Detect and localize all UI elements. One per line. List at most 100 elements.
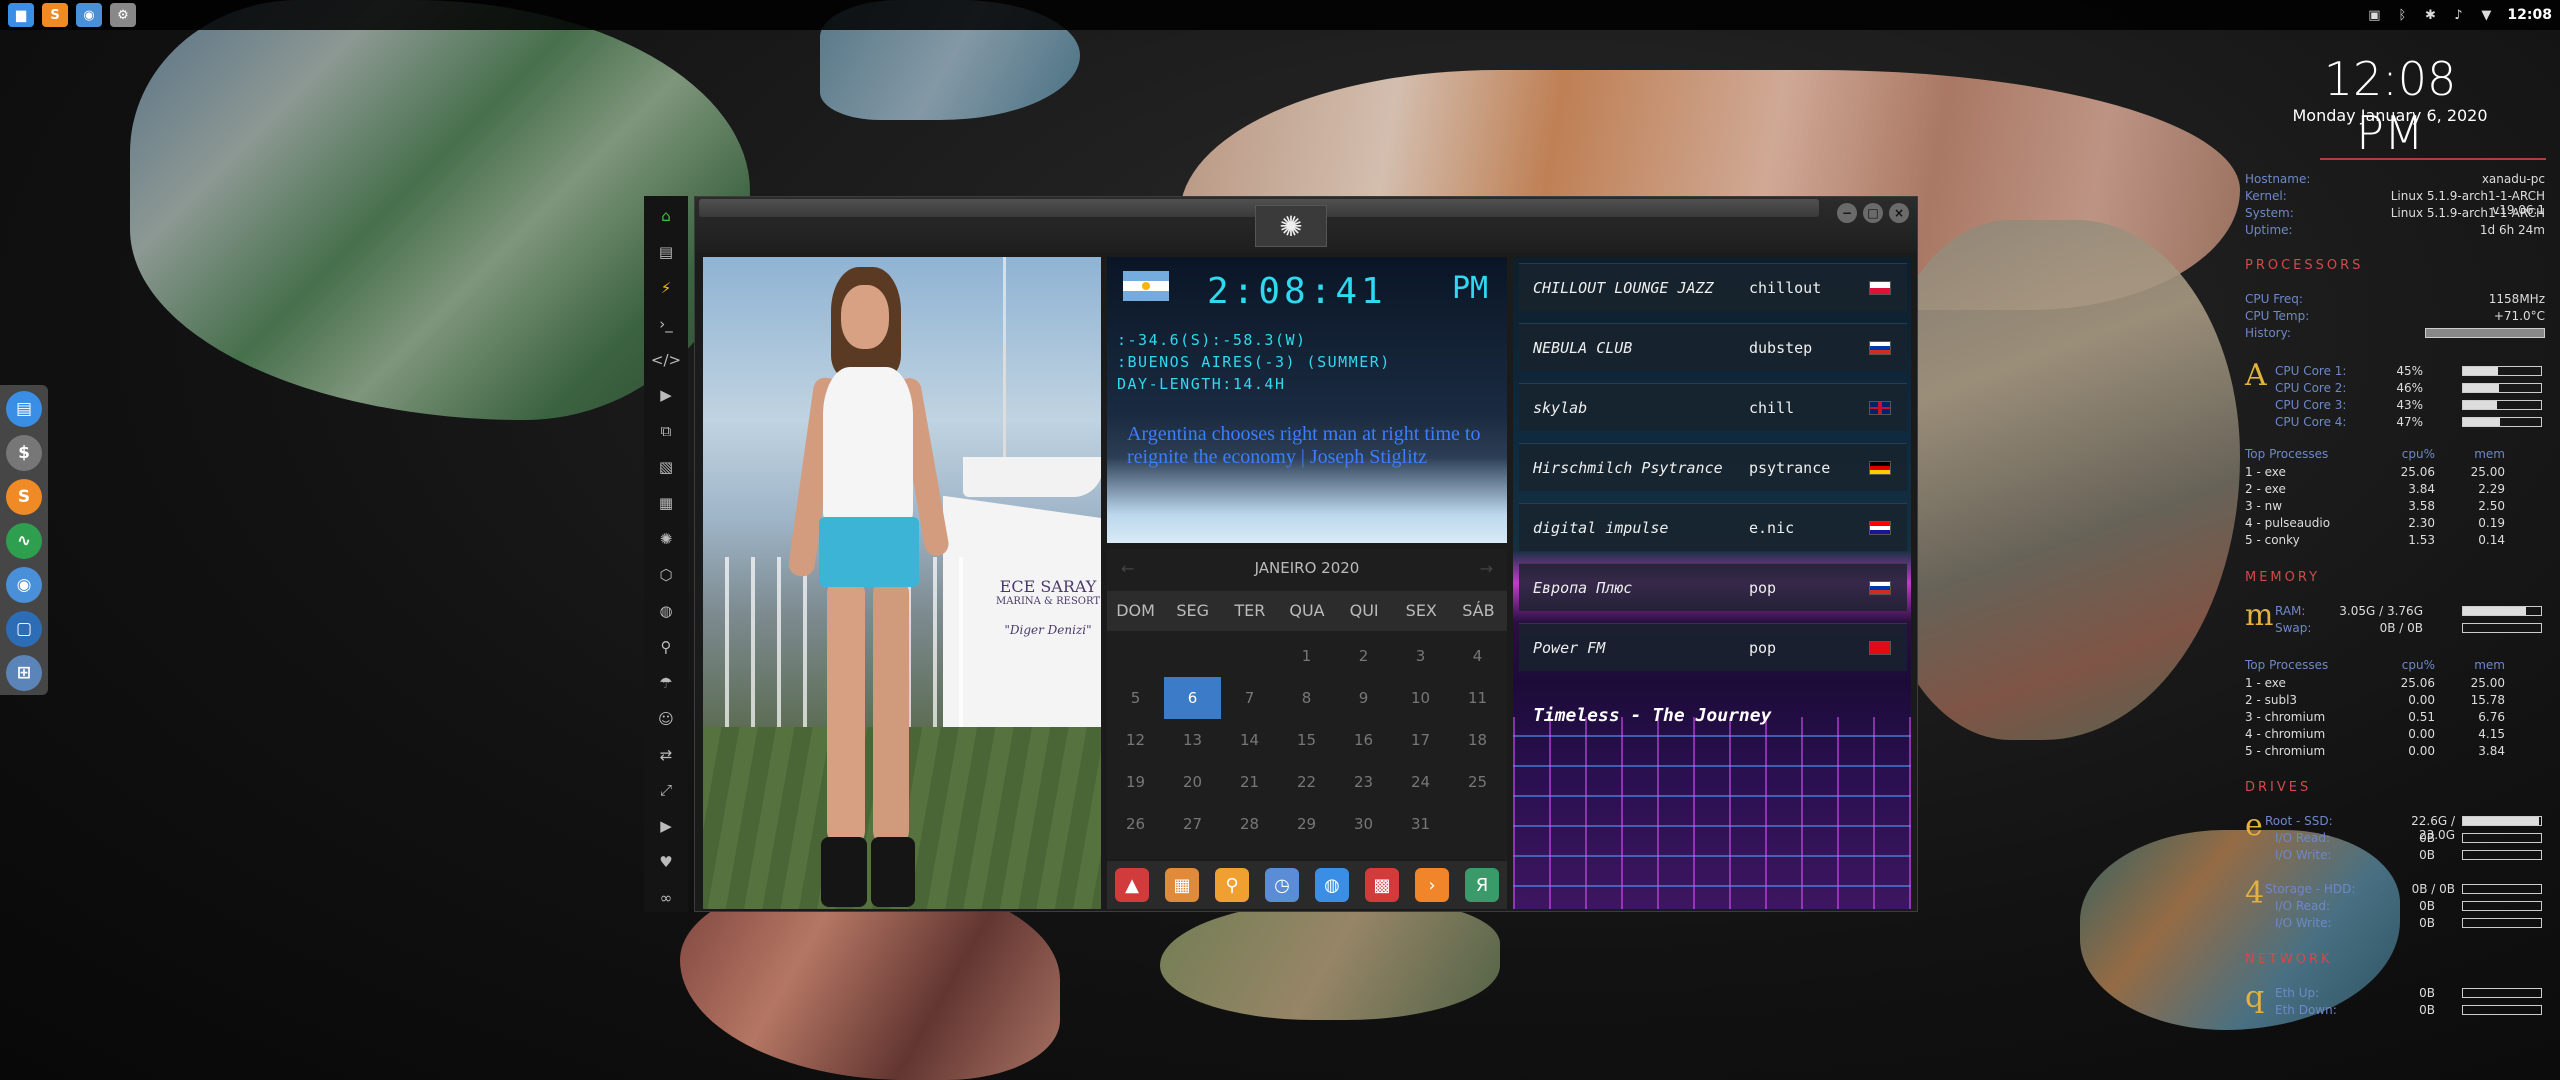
sublime-icon[interactable]: S (6, 479, 42, 515)
yandex-app-icon[interactable]: Я (1465, 868, 1499, 902)
security-alert-icon[interactable]: ✱ (2421, 7, 2439, 23)
calendar-day[interactable]: 10 (1392, 677, 1449, 719)
calendar-day[interactable]: 1 (1278, 635, 1335, 677)
calendar-day[interactable]: 7 (1221, 677, 1278, 719)
next-month-icon[interactable]: → (1480, 559, 1493, 578)
calendar-day[interactable]: 11 (1449, 677, 1506, 719)
calendar-day[interactable]: 15 (1278, 719, 1335, 761)
calendar-day[interactable]: 24 (1392, 761, 1449, 803)
calendar-day[interactable]: 17 (1392, 719, 1449, 761)
system-value: Linux 5.1.9-arch1-1-ARCH (2390, 206, 2545, 220)
card-icon[interactable]: ▦ (652, 489, 680, 517)
files-icon[interactable]: ▤ (6, 391, 42, 427)
youtube-icon[interactable]: ▶ (652, 812, 680, 840)
yacht-mast (1003, 257, 1006, 487)
web-app-icon[interactable]: ◍ (1315, 868, 1349, 902)
home-icon[interactable]: ⌂ (652, 202, 680, 230)
image-icon[interactable]: ▧ (652, 453, 680, 481)
settings-icon[interactable]: ⚙ (110, 3, 136, 27)
maximize-button[interactable]: □ (1863, 203, 1883, 223)
link-icon[interactable]: ∞ (652, 884, 680, 912)
sublime-icon[interactable]: S (42, 3, 68, 27)
cpu-core-bar-fill (2463, 401, 2497, 409)
calendar-day[interactable]: 22 (1278, 761, 1335, 803)
calendar-day[interactable]: 4 (1449, 635, 1506, 677)
calendar-day[interactable]: 20 (1164, 761, 1221, 803)
chrome-icon[interactable]: ◉ (6, 567, 42, 603)
transfer-icon[interactable]: ⇄ (652, 741, 680, 769)
calendar-day[interactable]: 2 (1335, 635, 1392, 677)
station-row[interactable]: Power FM pop (1519, 623, 1907, 671)
calendar-small-icon[interactable]: ▦ (1165, 868, 1199, 902)
document-icon[interactable]: ▤ (652, 238, 680, 266)
calendar-day[interactable]: 19 (1107, 761, 1164, 803)
calendar-day[interactable]: 27 (1164, 803, 1221, 845)
calendar-day[interactable]: 12 (1107, 719, 1164, 761)
hexagon-icon[interactable]: ⬡ (652, 561, 680, 589)
copy-icon[interactable]: ⧉ (652, 417, 680, 445)
volume-icon[interactable]: ♪ (2449, 7, 2467, 23)
close-button[interactable]: × (1889, 203, 1909, 223)
screen-icon[interactable]: ▢ (6, 611, 42, 647)
calendar-app-icon[interactable]: ▩ (1365, 868, 1399, 902)
activity-icon[interactable]: ∿ (6, 523, 42, 559)
calendar-day[interactable]: 30 (1335, 803, 1392, 845)
play-icon[interactable]: ▶ (652, 382, 680, 410)
globe-icon[interactable]: ◍ (652, 597, 680, 625)
station-row[interactable]: Hirschmilch Psytrance psytrance (1519, 443, 1907, 491)
station-row[interactable]: NEBULA CLUB dubstep (1519, 323, 1907, 371)
search-app-icon[interactable]: ⚲ (1215, 868, 1249, 902)
calendar-day[interactable]: 31 (1392, 803, 1449, 845)
calendar-day[interactable]: 18 (1449, 719, 1506, 761)
conky-io-write-2: I/O Write: 0B (2275, 916, 2435, 932)
calendar-day[interactable]: 3 (1392, 635, 1449, 677)
calendar-day[interactable]: 21 (1221, 761, 1278, 803)
station-row[interactable]: digital impulse e.nic (1519, 503, 1907, 551)
screenshot-icon[interactable]: ▣ (2365, 7, 2383, 23)
terminal-icon[interactable]: ›_ (652, 310, 680, 338)
flash-icon[interactable]: ⚡ (652, 274, 680, 302)
search-icon[interactable]: ⚲ (652, 633, 680, 661)
fullscreen-icon[interactable]: ⤢ (652, 777, 680, 805)
calendar-day[interactable]: 13 (1164, 719, 1221, 761)
calendar-day[interactable]: 14 (1221, 719, 1278, 761)
umbrella-icon[interactable]: ☂ (652, 669, 680, 697)
rebel-icon[interactable]: ✺ (652, 525, 680, 553)
station-row[interactable]: skylab chill (1519, 383, 1907, 431)
calendar-day[interactable]: 25 (1449, 761, 1506, 803)
files-icon[interactable]: ▆ (8, 3, 34, 27)
gb-flag-icon (1869, 400, 1891, 415)
arrow-app-icon[interactable]: › (1415, 868, 1449, 902)
wifi-icon[interactable]: ▼ (2477, 7, 2495, 23)
station-name: Hirschmilch Psytrance (1533, 458, 1723, 477)
clock-app-icon[interactable]: ◷ (1265, 868, 1299, 902)
station-row[interactable]: Европа Плюс pop (1519, 563, 1907, 611)
calendar-day[interactable]: 9 (1335, 677, 1392, 719)
station-row[interactable]: CHILLOUT LOUNGE JAZZ chillout (1519, 263, 1907, 311)
calendar-day[interactable]: 29 (1278, 803, 1335, 845)
calc-icon[interactable]: $ (6, 435, 42, 471)
network-icon[interactable]: ⊞ (6, 655, 42, 691)
calendar-day[interactable]: 16 (1335, 719, 1392, 761)
calendar-day[interactable]: 23 (1335, 761, 1392, 803)
minimize-button[interactable]: − (1837, 203, 1857, 223)
app-red-icon[interactable]: ▲ (1115, 868, 1149, 902)
window-titlebar[interactable]: ✺ − □ × (695, 197, 1917, 253)
calendar-day[interactable]: 5 (1107, 677, 1164, 719)
io-read-bar (2462, 833, 2542, 843)
network-heading: NETWORK (2245, 952, 2333, 967)
prev-month-icon[interactable]: ← (1121, 559, 1134, 578)
kernel-label: Kernel: (2245, 189, 2287, 203)
panel-clock[interactable]: 12:08 (2507, 7, 2552, 23)
calendar-day[interactable]: 26 (1107, 803, 1164, 845)
bluetooth-icon[interactable]: ᛒ (2393, 7, 2411, 23)
news-headline[interactable]: Argentina chooses right man at right tim… (1127, 423, 1497, 469)
calendar-day[interactable]: 6 (1164, 677, 1221, 719)
calendar-day[interactable]: 8 (1278, 677, 1335, 719)
uptime-value: 1d 6h 24m (2479, 223, 2545, 237)
heart-icon[interactable]: ♥ (652, 848, 680, 876)
chrome-icon[interactable]: ◉ (76, 3, 102, 27)
contact-icon[interactable]: ☺ (652, 705, 680, 733)
calendar-day[interactable]: 28 (1221, 803, 1278, 845)
code-icon[interactable]: </> (651, 346, 681, 374)
